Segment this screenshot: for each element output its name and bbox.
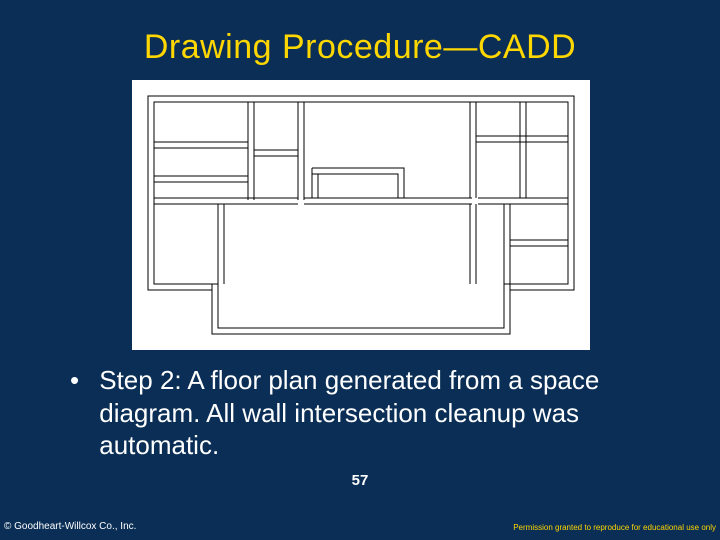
floor-plan-image [132,80,590,350]
copyright-text: © Goodheart-Willcox Co., Inc. [4,521,136,532]
page-number: 57 [0,472,720,489]
bullet-text: Step 2: A floor plan generated from a sp… [99,364,659,462]
floor-plan-svg [142,90,580,340]
permission-text: Permission granted to reproduce for educ… [513,523,716,532]
slide-title: Drawing Procedure—CADD [0,0,720,67]
bullet-marker: • [70,364,92,397]
bullet-item: • Step 2: A floor plan generated from a … [70,364,670,462]
